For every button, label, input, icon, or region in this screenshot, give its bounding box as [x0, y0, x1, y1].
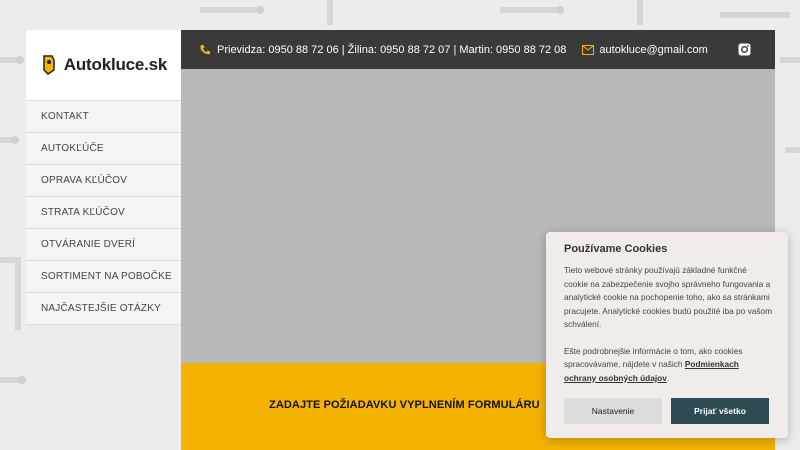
nav-item-strata-klucov[interactable]: STRATA KĽÚČOV	[26, 197, 181, 229]
cookie-consent-dialog: Používame Cookies Tieto webové stránky p…	[546, 232, 788, 438]
mail-icon	[582, 44, 595, 55]
brand-name: Autokluce.sk	[63, 55, 168, 74]
cookie-settings-button[interactable]: Nastavenie	[564, 398, 662, 424]
logo[interactable]: Autokluce.sk	[26, 30, 181, 100]
top-contact-bar: Prievidza: 0950 88 72 06 | Žilina: 0950 …	[181, 30, 775, 69]
key-logo-icon	[43, 55, 55, 75]
instagram-icon[interactable]	[738, 43, 751, 56]
nav-item-kontakt[interactable]: KONTAKT	[26, 101, 181, 133]
form-banner-text: ZADAJTE POŽIADAVKU VYPLNENÍM FORMULÁRU	[269, 399, 540, 411]
cookie-title: Používame Cookies	[564, 243, 668, 255]
nav-item-sortiment[interactable]: SORTIMENT NA POBOČKE	[26, 261, 181, 293]
cookie-text-1: Tieto webové stránky používajú základné …	[564, 265, 773, 329]
nav-item-otvaranie-dveri[interactable]: OTVÁRANIE DVERÍ	[26, 229, 181, 261]
cookie-text-2: Ešte podrobnejšie informácie o tom, ako …	[564, 345, 772, 386]
cookie-text-2-suffix: .	[666, 372, 670, 383]
cookie-body: Tieto webové stránky používajú základné …	[564, 264, 772, 398]
sidebar: Autokluce.sk KONTAKT AUTOKĽÚČE OPRAVA KĽ…	[26, 30, 181, 450]
nav-item-faq[interactable]: NAJČASTEJŠIE OTÁZKY	[26, 293, 181, 325]
phone-numbers[interactable]: Prievidza: 0950 88 72 06 | Žilina: 0950 …	[217, 44, 566, 56]
email-link[interactable]: autokluce@gmail.com	[599, 44, 707, 56]
main-nav: KONTAKT AUTOKĽÚČE OPRAVA KĽÚČOV STRATA K…	[26, 100, 181, 325]
cookie-accept-all-button[interactable]: Prijať všetko	[671, 398, 769, 424]
nav-item-autokluce[interactable]: AUTOKĽÚČE	[26, 133, 181, 165]
phone-icon	[200, 44, 210, 54]
nav-item-oprava-klucov[interactable]: OPRAVA KĽÚČOV	[26, 165, 181, 197]
